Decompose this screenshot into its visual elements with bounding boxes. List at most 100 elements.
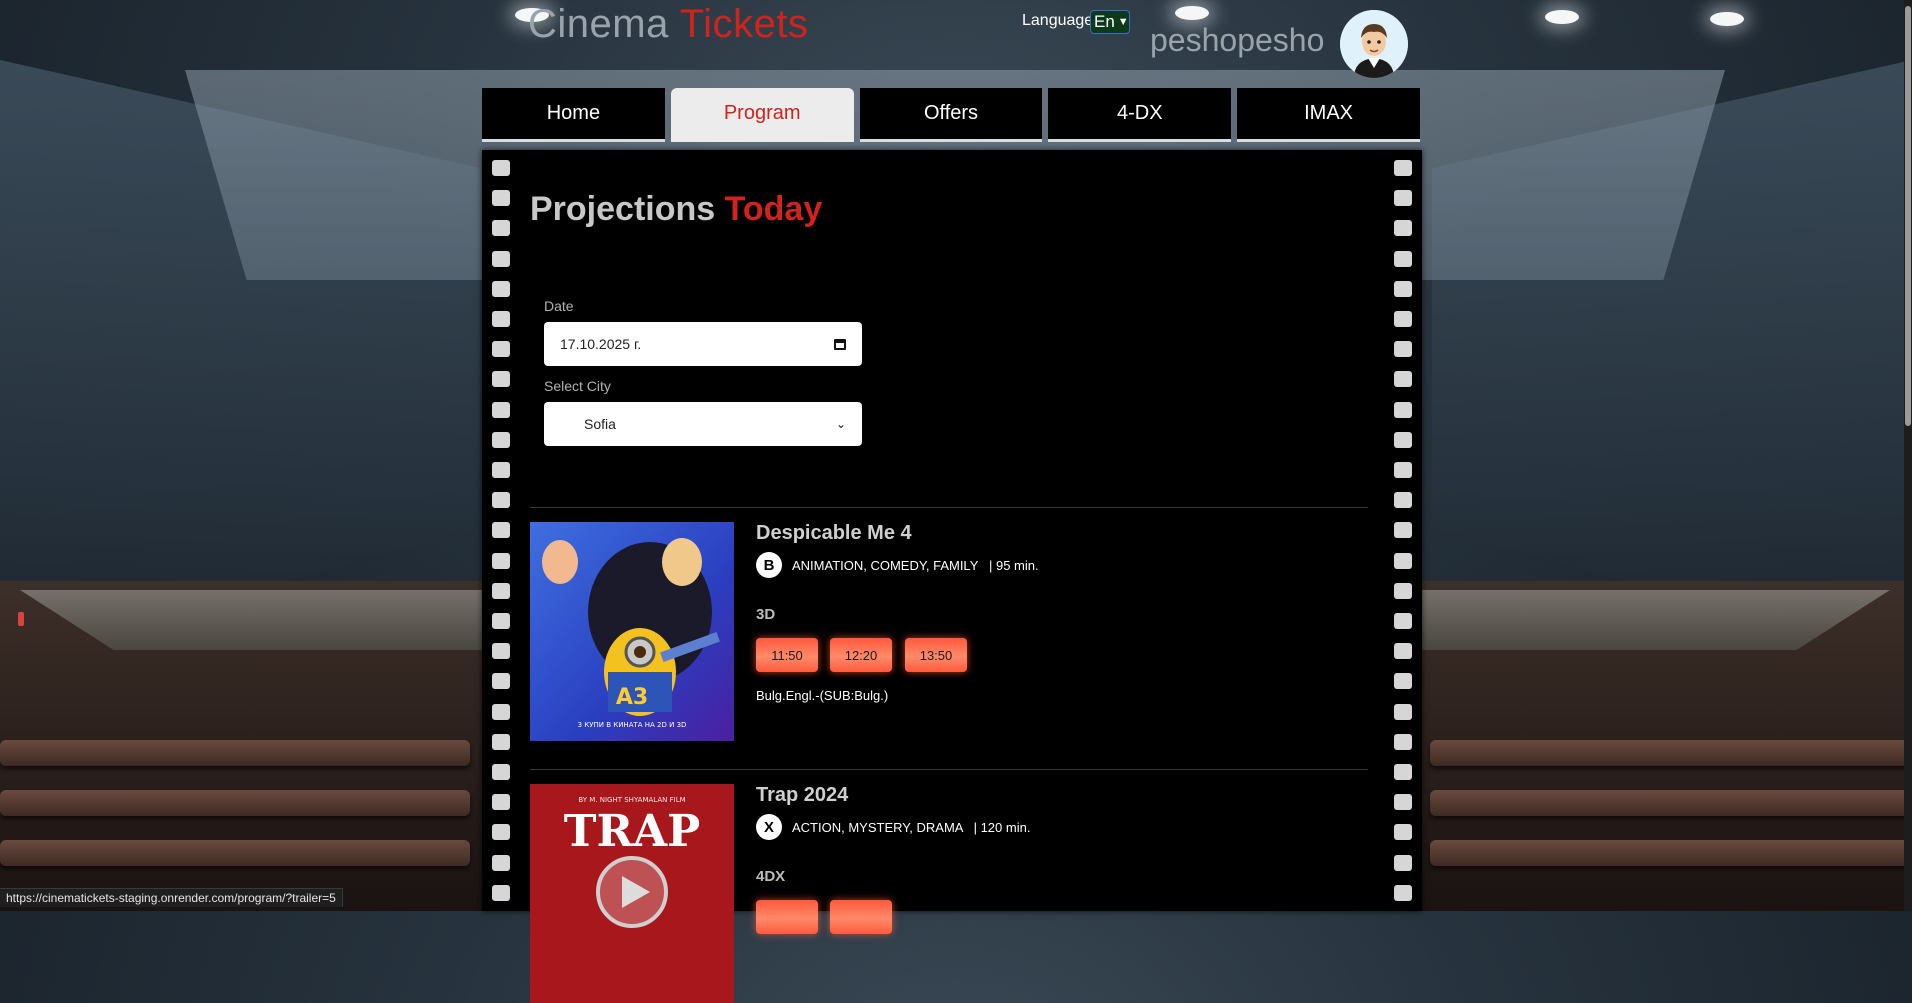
showtime-button[interactable] <box>756 900 818 934</box>
film-perforation <box>1394 703 1412 720</box>
film-perforation <box>1394 522 1412 539</box>
page-title: Projections Today <box>530 190 822 229</box>
movie-title[interactable]: Despicable Me 4 <box>756 522 912 545</box>
page-scrollbar[interactable] <box>1904 0 1912 911</box>
site-title-part2: Tickets <box>679 2 809 46</box>
tab-4dx[interactable]: 4-DX <box>1048 88 1232 142</box>
seat-row <box>0 790 470 816</box>
film-perforation <box>1394 371 1412 388</box>
username[interactable]: peshopesho <box>1150 22 1324 59</box>
age-rating-badge: X <box>756 814 782 840</box>
seat-row <box>1430 840 1912 866</box>
format-label: 4DX <box>756 868 786 885</box>
film-perforation <box>492 522 510 539</box>
film-perforation <box>1394 643 1412 660</box>
film-perforation <box>1394 794 1412 811</box>
status-bar-url: https://cinematickets-staging.onrender.c… <box>0 888 343 907</box>
film-perforation <box>1394 582 1412 599</box>
main-nav: Home Program Offers 4-DX IMAX <box>482 88 1420 144</box>
film-perforation <box>492 220 510 237</box>
poster-title: А3 <box>616 685 648 710</box>
film-perforation <box>492 401 510 418</box>
trap-poster-image: BY M. NIGHT SHYAMALAN FILM TRAP <box>530 784 734 1003</box>
ceiling-light <box>1175 6 1209 20</box>
film-perforation <box>492 371 510 388</box>
film-perforation <box>492 643 510 660</box>
date-field[interactable]: 17.10.2025 г. <box>544 322 862 366</box>
film-strip-panel: Projections Today Date 17.10.2025 г. Sel… <box>482 150 1422 1003</box>
language-select[interactable]: En ▼ <box>1090 10 1130 34</box>
site-title[interactable]: Cinema Tickets <box>528 2 808 47</box>
film-perforation <box>492 280 510 297</box>
film-perforation <box>1394 311 1412 327</box>
film-perforation <box>1394 613 1412 629</box>
ceiling-light <box>1545 10 1579 24</box>
language-label: Language <box>1022 12 1094 29</box>
city-select[interactable]: Sofia ⌄ <box>544 402 862 446</box>
film-perforation <box>492 190 510 207</box>
film-perforation <box>1394 552 1412 569</box>
movie-duration: | 95 min. <box>988 558 1039 573</box>
film-perforation <box>492 582 510 599</box>
seat-row <box>0 740 470 766</box>
date-value: 17.10.2025 г. <box>560 336 642 352</box>
avatar[interactable] <box>1340 10 1408 78</box>
showtime-button[interactable]: 11:50 <box>756 638 818 672</box>
film-perforation <box>492 884 510 901</box>
film-perforation <box>492 311 510 327</box>
film-perforation <box>1394 673 1412 690</box>
film-perforation <box>492 462 510 478</box>
page-title-part1: Projections <box>530 190 716 228</box>
film-perforation <box>492 552 510 569</box>
film-perforation <box>1394 341 1412 358</box>
tab-home[interactable]: Home <box>482 88 665 142</box>
calendar-icon[interactable] <box>834 338 846 350</box>
movie-poster[interactable]: BY M. NIGHT SHYAMALAN FILM TRAP <box>530 784 734 1003</box>
despicable-me-poster-image: А3 3 КУПИ В КИНАТА НА 2D И 3D <box>530 522 734 741</box>
film-perforation <box>492 492 510 509</box>
film-perforation <box>492 854 510 871</box>
movie-meta: ANIMATION, COMEDY, FAMILY | 95 min. <box>792 558 1039 573</box>
chevron-down-icon: ▼ <box>1117 16 1129 28</box>
film-perforation <box>1394 854 1412 871</box>
film-perforation <box>1394 824 1412 841</box>
tab-offers[interactable]: Offers <box>859 88 1043 142</box>
film-perforation <box>1394 220 1412 237</box>
tab-imax[interactable]: IMAX <box>1237 88 1420 142</box>
page-title-part2: Today <box>724 190 823 228</box>
movie-meta: ACTION, MYSTERY, DRAMA | 120 min. <box>792 820 1030 835</box>
wall-lamp <box>18 612 24 626</box>
divider <box>530 769 1368 770</box>
film-perforation <box>1394 733 1412 750</box>
film-perforation <box>1394 190 1412 207</box>
film-perforation <box>1394 884 1412 901</box>
format-label: 3D <box>756 606 776 623</box>
film-perforation <box>492 703 510 720</box>
film-perforation <box>492 160 510 176</box>
film-perforation <box>492 673 510 690</box>
divider <box>530 507 1368 508</box>
seat-row <box>1430 740 1912 766</box>
language-value: En <box>1094 12 1115 31</box>
poster-title: TRAP <box>564 806 701 857</box>
tab-program[interactable]: Program <box>670 88 854 142</box>
date-label: Date <box>544 298 574 314</box>
movie-poster[interactable]: А3 3 КУПИ В КИНАТА НА 2D И 3D <box>530 522 734 741</box>
film-perforation <box>1394 764 1412 780</box>
film-perforation <box>492 794 510 811</box>
movie-duration: | 120 min. <box>973 820 1031 835</box>
showtime-button[interactable]: 13:50 <box>905 638 967 672</box>
movie-title[interactable]: Trap 2024 <box>756 784 848 807</box>
film-perforation <box>1394 431 1412 448</box>
showtime-button[interactable] <box>830 900 892 934</box>
film-perforation <box>492 824 510 841</box>
city-label: Select City <box>544 378 611 394</box>
movie-genres: ANIMATION, COMEDY, FAMILY <box>792 558 979 573</box>
city-value: Sofia <box>584 416 616 432</box>
film-perforation <box>1394 250 1412 267</box>
scrollbar-thumb[interactable] <box>1905 6 1911 426</box>
film-perforation <box>492 764 510 780</box>
film-perforation <box>1394 462 1412 478</box>
showtime-button[interactable]: 12:20 <box>830 638 892 672</box>
film-perforation <box>1394 160 1412 176</box>
